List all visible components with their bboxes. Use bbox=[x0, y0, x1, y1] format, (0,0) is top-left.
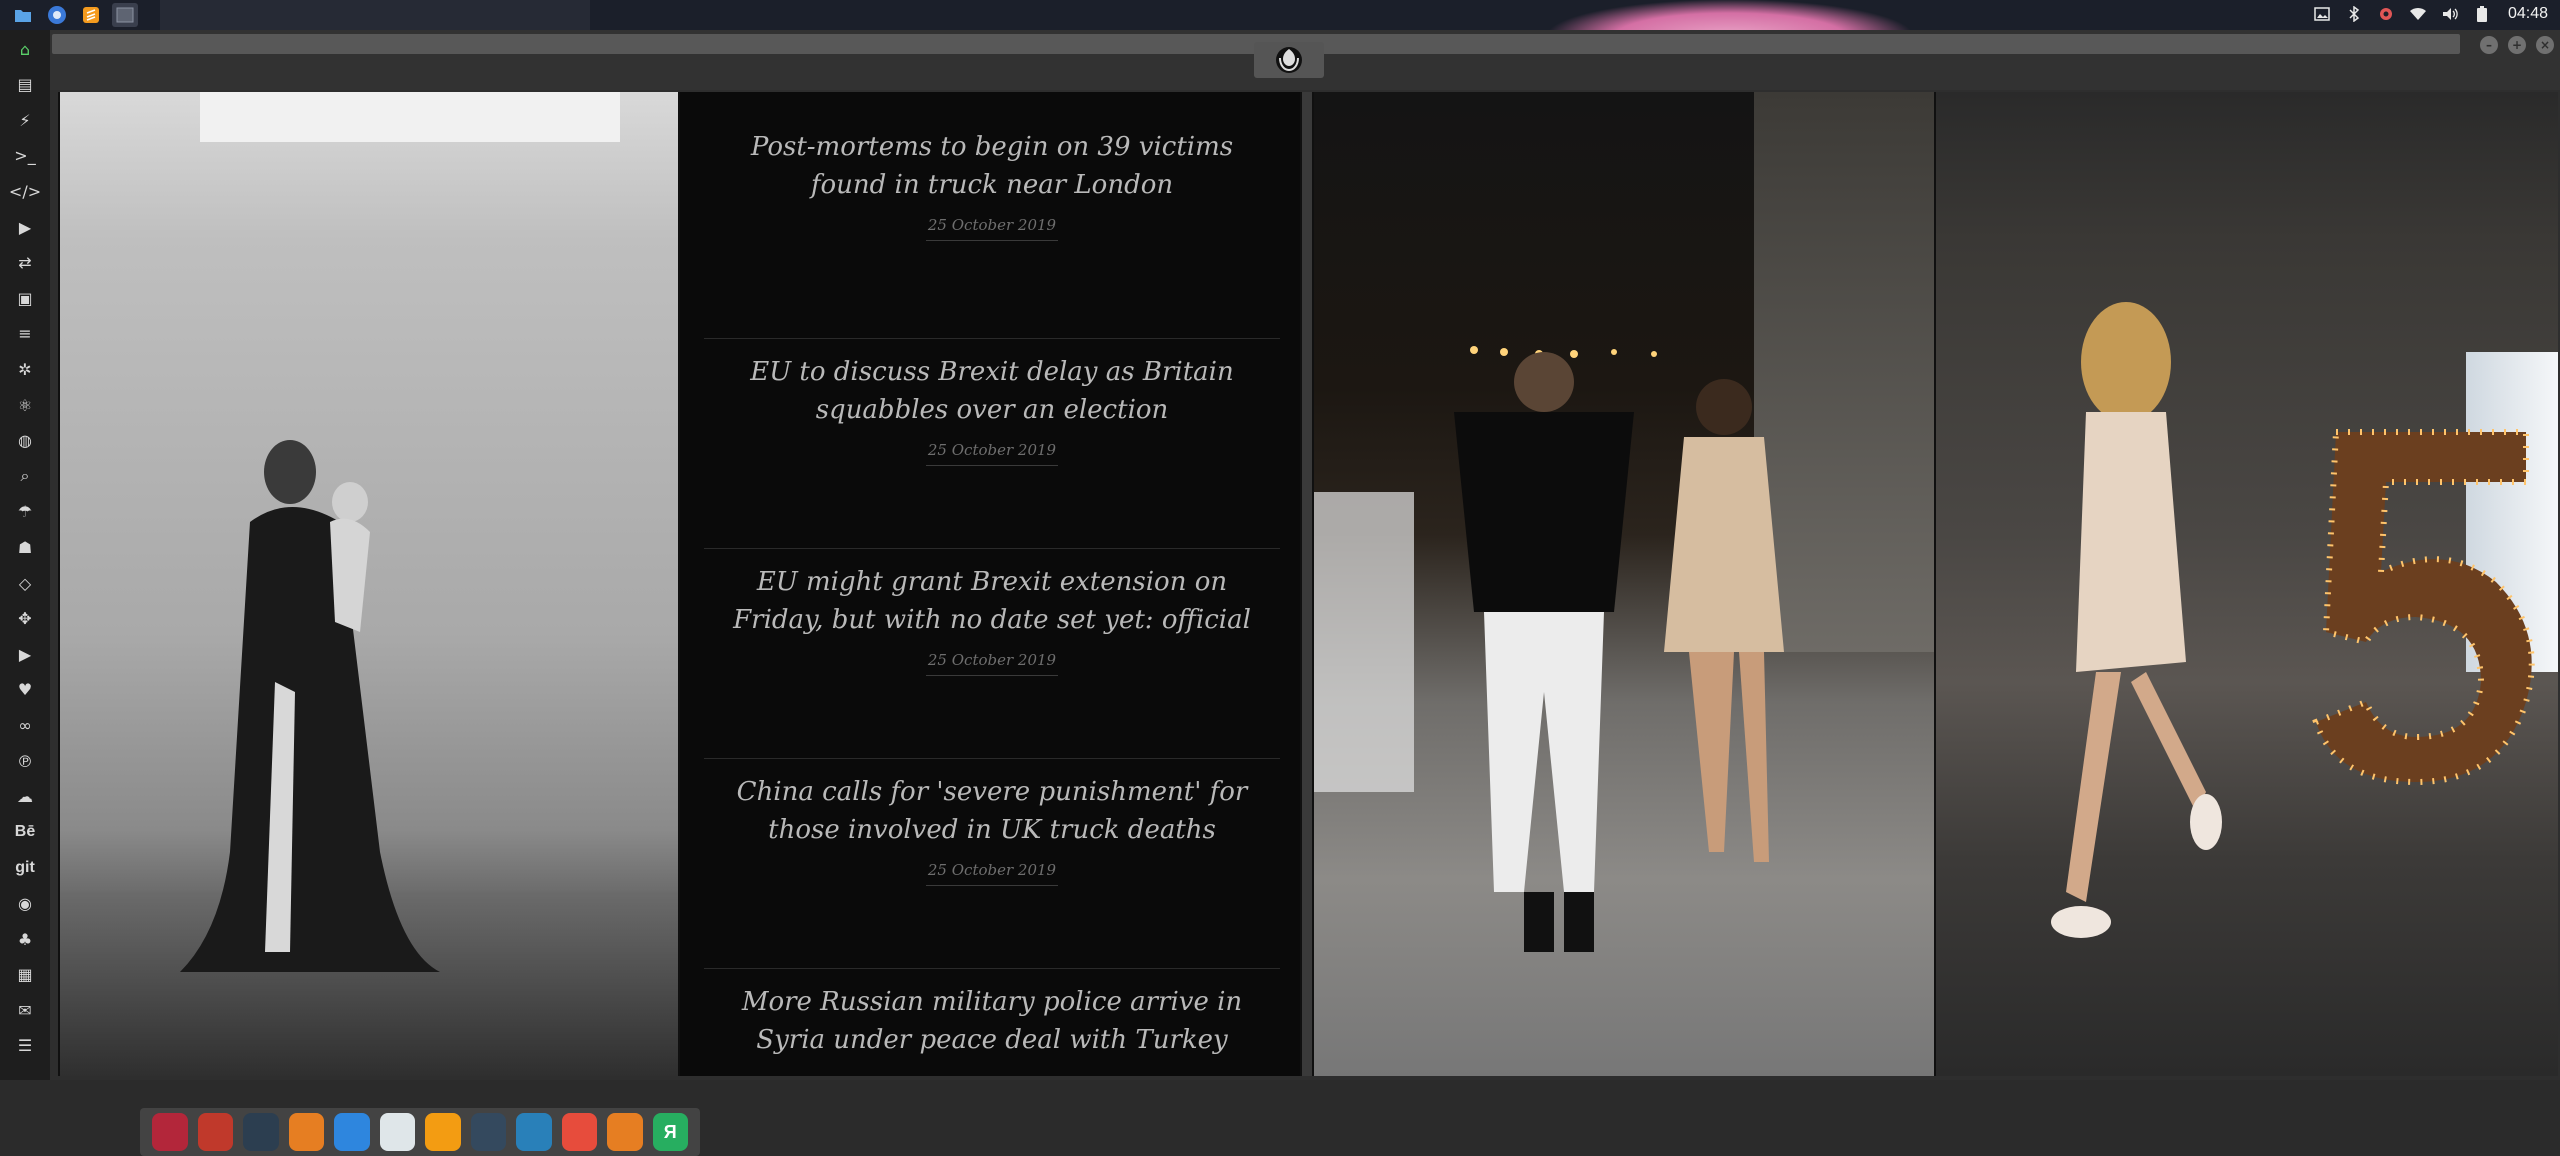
clock-icon[interactable] bbox=[470, 1113, 506, 1151]
news-title[interactable]: EU might grant Brexit extension on Frida… bbox=[704, 563, 1280, 639]
globe-app-icon[interactable] bbox=[516, 1113, 552, 1151]
maximize-icon[interactable]: + bbox=[2508, 36, 2526, 54]
chromium-icon[interactable] bbox=[44, 3, 70, 27]
app-dock: Я bbox=[140, 1108, 700, 1156]
cloud-icon[interactable]: ☁ bbox=[12, 784, 38, 810]
arch-icon[interactable] bbox=[152, 1113, 188, 1151]
yandex-icon[interactable]: Я bbox=[652, 1113, 688, 1151]
window-controls: – + × bbox=[2480, 36, 2554, 54]
news-item[interactable]: Post-mortems to begin on 39 victims foun… bbox=[704, 128, 1280, 241]
backdrop-light bbox=[200, 92, 620, 142]
umbrella-icon[interactable]: ☂ bbox=[12, 499, 38, 525]
browser-window: – + × Post-mortems to begin on 39 victim… bbox=[50, 30, 2560, 1156]
sublime-text-icon[interactable] bbox=[78, 3, 104, 27]
hourglass-icon[interactable] bbox=[197, 1113, 233, 1151]
figure-silhouette bbox=[180, 440, 440, 972]
news-date: 25 October 2019 bbox=[925, 861, 1059, 886]
image-icon[interactable] bbox=[2312, 4, 2332, 24]
left-launcher: ⌂ ▤ ⚡ >_ </> ▶ ⇄ ▣ ≡ ✲ ⚛ ◍ ⌕ ☂ ☗ ◇ ✥ ▶ ♥ ∞ ℗ ☁ Bē git ◉ ♣ ▦ ✉ ☰ bbox=[0, 30, 50, 1080]
pinterest-icon[interactable]: ℗ bbox=[12, 748, 38, 774]
battery-icon[interactable] bbox=[2472, 4, 2492, 24]
clock[interactable]: 04:48 bbox=[2508, 5, 2548, 23]
news-list: Post-mortems to begin on 39 victims foun… bbox=[680, 92, 1300, 1076]
translate-app-icon[interactable] bbox=[334, 1113, 370, 1151]
react-icon[interactable]: ⚛ bbox=[12, 392, 38, 418]
settings-gear-icon[interactable] bbox=[2376, 4, 2396, 24]
news-title[interactable]: Post-mortems to begin on 39 victims foun… bbox=[704, 128, 1280, 204]
wallpaper-accent bbox=[1550, 0, 1910, 30]
home-icon[interactable]: ⌂ bbox=[12, 36, 38, 62]
taskbar-strip bbox=[160, 0, 590, 30]
settings-icon[interactable]: ✲ bbox=[12, 356, 38, 382]
news-title[interactable]: China calls for 'severe punishment' for … bbox=[704, 773, 1280, 849]
news-item[interactable]: EU to discuss Brexit delay as Britain sq… bbox=[704, 338, 1280, 466]
play-arrow-icon[interactable] bbox=[607, 1113, 643, 1151]
title-bar: – + × bbox=[50, 30, 2560, 90]
globe-icon[interactable]: ◍ bbox=[12, 428, 38, 454]
github-icon[interactable]: ◉ bbox=[12, 890, 38, 916]
news-title[interactable]: More Russian military police arrive in S… bbox=[704, 983, 1280, 1059]
git-icon[interactable]: git bbox=[12, 855, 38, 881]
news-item[interactable]: China calls for 'severe punishment' for … bbox=[704, 758, 1280, 886]
photos-icon[interactable] bbox=[288, 1113, 324, 1151]
youtube-icon[interactable]: ▶ bbox=[12, 641, 38, 667]
menu-icon[interactable]: ☰ bbox=[12, 1033, 38, 1059]
infinity-icon[interactable]: ∞ bbox=[12, 712, 38, 738]
news-item[interactable]: More Russian military police arrive in S… bbox=[704, 968, 1280, 1059]
heart-icon[interactable]: ♥ bbox=[12, 677, 38, 703]
news-date: 25 October 2019 bbox=[925, 651, 1059, 676]
mail-icon[interactable]: ✉ bbox=[12, 997, 38, 1023]
image-icon[interactable]: ▣ bbox=[12, 285, 38, 311]
page-content: Post-mortems to begin on 39 victims foun… bbox=[58, 92, 2558, 1156]
close-icon[interactable]: × bbox=[2536, 36, 2554, 54]
rebel-alliance-icon[interactable] bbox=[1254, 42, 1324, 78]
minimize-icon[interactable]: – bbox=[2480, 36, 2498, 54]
files-icon[interactable] bbox=[10, 3, 36, 27]
calendar-icon[interactable] bbox=[561, 1113, 597, 1151]
search-icon[interactable]: ⌕ bbox=[12, 463, 38, 489]
news-reader-icon[interactable] bbox=[379, 1113, 415, 1151]
system-tray: 04:48 bbox=[2312, 4, 2548, 24]
news-title[interactable]: EU to discuss Brexit delay as Britain sq… bbox=[704, 353, 1280, 429]
gamepad-icon[interactable]: ♣ bbox=[12, 926, 38, 952]
code-icon[interactable]: </> bbox=[9, 178, 41, 204]
terminal-icon[interactable]: >_ bbox=[12, 143, 38, 169]
top-panel-launchers bbox=[10, 3, 138, 27]
photo-mother-and-child[interactable] bbox=[60, 92, 678, 1076]
wifi-icon[interactable] bbox=[2408, 4, 2428, 24]
volume-icon[interactable] bbox=[2440, 4, 2460, 24]
bolt-icon[interactable]: ⚡ bbox=[12, 107, 38, 133]
behance-icon[interactable]: Bē bbox=[12, 819, 38, 845]
news-item[interactable]: EU might grant Brexit extension on Frida… bbox=[704, 548, 1280, 676]
translate-icon[interactable]: ⇄ bbox=[12, 250, 38, 276]
contacts-icon[interactable]: ☗ bbox=[12, 534, 38, 560]
map-icon[interactable]: ▦ bbox=[12, 962, 38, 988]
photo-couple-street[interactable] bbox=[1314, 92, 1934, 1076]
top-panel: 04:48 bbox=[0, 0, 2560, 30]
dancer-silhouette bbox=[2051, 302, 2222, 938]
photo-dancing-woman[interactable] bbox=[1936, 92, 2558, 1076]
news-icon[interactable]: ≡ bbox=[12, 321, 38, 347]
news-date: 25 October 2019 bbox=[925, 441, 1059, 466]
window-thumbnail-icon[interactable] bbox=[112, 3, 138, 27]
earth-icon[interactable] bbox=[243, 1113, 279, 1151]
couple-silhouette bbox=[1314, 346, 1784, 952]
expand-icon[interactable]: ✥ bbox=[12, 606, 38, 632]
play-icon[interactable]: ▶ bbox=[12, 214, 38, 240]
tag-icon[interactable]: ◇ bbox=[12, 570, 38, 596]
bluetooth-icon[interactable] bbox=[2344, 4, 2364, 24]
document-icon[interactable]: ▤ bbox=[12, 72, 38, 98]
magnifier-icon[interactable] bbox=[425, 1113, 461, 1151]
scrollbar[interactable] bbox=[1302, 92, 1312, 1076]
news-date: 25 October 2019 bbox=[925, 216, 1059, 241]
